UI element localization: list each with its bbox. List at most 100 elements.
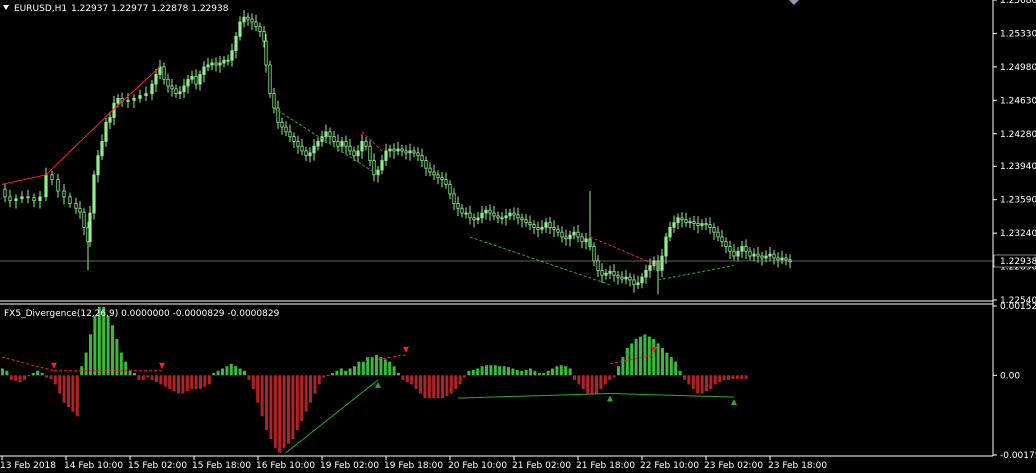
price-tick-label: 1.23940 — [1000, 162, 1036, 172]
histogram-bar — [326, 375, 330, 377]
histogram-bar — [146, 375, 150, 378]
histogram-bar — [53, 375, 57, 385]
histogram-bar — [493, 365, 497, 376]
histogram-bar — [282, 375, 286, 449]
histogram-bar — [599, 375, 603, 389]
histogram-bar — [375, 354, 378, 376]
histogram-bar — [243, 370, 246, 376]
histogram-bar — [608, 375, 612, 380]
histogram-bar — [727, 375, 730, 380]
histogram-bar — [731, 375, 735, 379]
histogram-bar — [718, 375, 722, 383]
time-tick-label: 15 Feb 02:00 — [128, 461, 187, 471]
histogram-bar — [678, 370, 682, 376]
histogram-bar — [260, 375, 264, 417]
histogram-bar — [436, 375, 440, 399]
histogram-bar — [370, 357, 374, 376]
time-tick-label: 19 Feb 02:00 — [320, 461, 379, 471]
time-tick-label: 15 Feb 18:00 — [192, 461, 251, 471]
candle — [268, 60, 272, 98]
histogram-bar — [67, 375, 70, 408]
histogram-bar — [507, 367, 510, 376]
histogram-bar — [141, 375, 145, 380]
histogram-bar — [234, 366, 238, 376]
histogram-bar — [221, 368, 224, 376]
histogram-bar — [454, 375, 458, 389]
histogram-bar — [75, 375, 79, 417]
histogram-bar — [515, 369, 519, 376]
histogram-bar — [542, 373, 546, 376]
histogram-bar — [485, 365, 488, 376]
histogram-bar — [203, 375, 207, 387]
histogram-bar — [172, 375, 176, 392]
time-tick-label: 23 Feb 02:00 — [704, 461, 763, 471]
histogram-bar — [18, 375, 22, 383]
histogram-bar — [621, 357, 625, 376]
histogram-bar — [573, 375, 576, 380]
histogram-bar — [445, 375, 449, 396]
histogram-bar — [691, 375, 695, 389]
time-tick-label: 16 Feb 10:00 — [256, 461, 315, 471]
price-tick-label: 1.24630 — [1000, 96, 1036, 106]
histogram-bar — [212, 373, 216, 376]
histogram-bar — [555, 366, 559, 376]
histogram-bar — [463, 375, 466, 378]
histogram-bar — [23, 375, 26, 380]
histogram-bar — [128, 370, 132, 376]
histogram-bar — [287, 375, 290, 444]
histogram-bar — [696, 375, 700, 394]
histogram-bar — [533, 370, 537, 376]
histogram-bar — [669, 357, 673, 376]
histogram-bar — [353, 366, 356, 376]
histogram-bar — [89, 334, 92, 376]
histogram-bar — [190, 375, 194, 389]
histogram-bar — [225, 366, 229, 376]
histogram-bar — [181, 375, 185, 394]
histogram-bar — [124, 361, 128, 376]
histogram-bar — [546, 370, 550, 376]
histogram-bar — [480, 366, 484, 376]
histogram-bar — [247, 375, 251, 380]
histogram-bar — [467, 370, 471, 376]
histogram-bar — [661, 347, 664, 376]
histogram-bar — [709, 375, 713, 389]
histogram-bar — [625, 347, 629, 376]
histogram-bar — [674, 361, 678, 376]
histogram-bar — [419, 375, 422, 394]
histogram-bar — [498, 366, 502, 376]
time-tick-label: 19 Feb 18:00 — [384, 461, 443, 471]
histogram-bar — [617, 366, 620, 376]
histogram-bar — [133, 373, 136, 376]
chart-window[interactable]: EURUSD,H1 1.22937 1.22977 1.22878 1.2293… — [0, 0, 1036, 473]
histogram-bar — [300, 375, 304, 421]
histogram-bar — [379, 357, 383, 376]
histogram-bar — [423, 375, 427, 399]
main-header: EURUSD,H1 1.22937 1.22977 1.22878 1.2293… — [3, 4, 229, 14]
time-tick-label: 23 Feb 18:00 — [768, 461, 827, 471]
histogram-bar — [58, 375, 62, 394]
histogram-bar — [265, 375, 268, 430]
histogram-bar — [564, 366, 568, 376]
histogram-bar — [251, 375, 255, 389]
histogram-bar — [414, 375, 418, 389]
price-tick-label: 1.24980 — [1000, 63, 1036, 73]
histogram-bar — [427, 375, 431, 399]
indicator-label: FX5_Divergence(12,26,9) 0.0000000 -0.000… — [4, 309, 280, 319]
histogram-bar — [388, 361, 392, 376]
histogram-bar — [5, 370, 9, 376]
histogram-bar — [322, 375, 326, 378]
indicator-tick-label: 0.001522 — [1000, 302, 1036, 312]
histogram-bar — [185, 375, 189, 392]
histogram-bar — [194, 375, 198, 389]
histogram-bar — [577, 375, 581, 385]
histogram-bar — [405, 375, 409, 383]
time-tick-label: 21 Feb 18:00 — [576, 461, 635, 471]
histogram-bar — [643, 334, 647, 376]
time-tick-label: 14 Feb 10:00 — [64, 461, 123, 471]
histogram-bar — [9, 375, 13, 380]
price-tick-label: 1.25680 — [1000, 0, 1036, 6]
histogram-bar — [441, 375, 444, 399]
histogram-bar — [683, 375, 686, 380]
histogram-bar — [511, 368, 515, 376]
histogram-bar — [335, 370, 339, 376]
